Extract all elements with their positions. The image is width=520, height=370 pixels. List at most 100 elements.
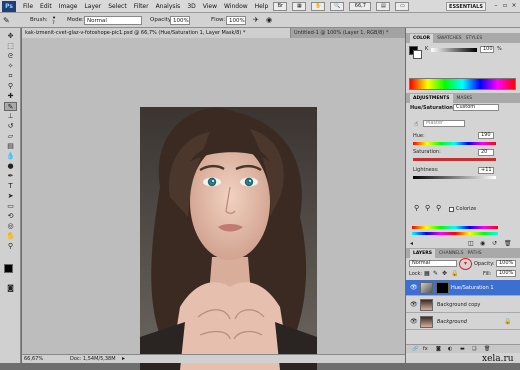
add-mask-icon[interactable]: ◙ — [436, 346, 441, 352]
layer-opacity-field[interactable]: 100% — [496, 260, 516, 267]
layer-row[interactable]: 👁 Background copy — [406, 297, 520, 313]
blend-mode-select[interactable]: Normal — [409, 260, 457, 267]
eye-icon[interactable]: 👁 — [410, 319, 418, 325]
lasso-tool-icon[interactable]: ᘓ — [4, 52, 17, 61]
zoom-tool-button[interactable]: 🔍 — [330, 1, 345, 11]
tab-channels[interactable]: CHANNELS — [439, 251, 464, 256]
crop-tool-icon[interactable]: ⌗ — [4, 72, 17, 81]
tab-color[interactable]: COLOR — [410, 33, 434, 43]
delete-layer-icon[interactable]: 🗑 — [484, 346, 490, 352]
color-value-field[interactable]: 100 — [480, 46, 494, 53]
menu-file[interactable]: File — [23, 3, 33, 10]
blend-mode-dropdown-highlight[interactable]: ▾ — [459, 258, 472, 270]
eyedropper-minus-icon[interactable]: ⚲ — [436, 204, 441, 212]
mode-select[interactable]: Normal — [84, 16, 142, 25]
eyedropper-plus-icon[interactable]: ⚲ — [425, 204, 430, 212]
opacity-field[interactable]: 100% — [170, 16, 190, 25]
lightness-field[interactable]: +11 — [478, 167, 494, 174]
move-tool-icon[interactable]: ✥ — [4, 32, 17, 41]
menu-view[interactable]: View — [203, 3, 217, 10]
menu-help[interactable]: Help — [255, 3, 269, 10]
3d-rotate-tool-icon[interactable]: ⟲ — [4, 212, 17, 221]
menu-select[interactable]: Select — [108, 3, 127, 10]
lock-image-icon[interactable]: ✎ — [433, 270, 438, 277]
panel-return-icon[interactable]: ◂ — [410, 240, 413, 247]
flow-field[interactable]: 100% — [226, 16, 246, 25]
new-adjustment-icon[interactable]: ◐ — [448, 346, 452, 352]
color-channel-slider[interactable] — [431, 48, 477, 52]
tab-main-document[interactable]: kak-izmenit-cvet-glaz-v-fotoshope-pic1.p… — [22, 28, 290, 38]
hand-tool-icon[interactable]: ✋ — [4, 232, 17, 241]
eraser-tool-icon[interactable]: ▱ — [4, 132, 17, 141]
close-icon[interactable]: × — [510, 2, 518, 11]
3d-orbit-tool-icon[interactable]: ◎ — [4, 222, 17, 231]
visibility-toggle-icon[interactable]: ◉ — [480, 240, 485, 247]
healing-brush-tool-icon[interactable]: ✚ — [4, 92, 17, 101]
channel-select[interactable]: Master — [423, 120, 465, 127]
clip-layer-icon[interactable]: ◫ — [468, 240, 474, 247]
tab-swatches[interactable]: SWATCHES — [437, 36, 462, 41]
marquee-tool-icon[interactable]: ⬚ — [4, 42, 17, 51]
tab-styles[interactable]: STYLES — [466, 36, 483, 41]
brush-tool-icon[interactable]: ✎ — [3, 16, 15, 25]
color-background-swatch[interactable] — [413, 50, 422, 59]
pen-tool-icon[interactable]: ✒ — [4, 172, 17, 181]
on-image-adjust-icon[interactable]: ☝ — [414, 120, 418, 128]
type-tool-icon[interactable]: T — [4, 182, 17, 191]
minimize-icon[interactable]: – — [492, 2, 500, 11]
link-layers-icon[interactable]: 🔗 — [412, 346, 418, 352]
eyedropper-tool-icon[interactable]: ⚲ — [4, 82, 17, 91]
layer-row[interactable]: 👁 Background 🔒 — [406, 314, 520, 330]
shape-tool-icon[interactable]: ▭ — [4, 202, 17, 211]
delete-adjustment-icon[interactable]: 🗑 — [504, 240, 512, 247]
zoom-level-box[interactable]: 66,7 — [349, 1, 372, 11]
layer-style-icon[interactable]: fx — [423, 346, 428, 352]
arrange-documents-button[interactable]: ▤ — [376, 1, 391, 11]
path-select-tool-icon[interactable]: ➤ — [4, 192, 17, 201]
screen-mode-button[interactable]: ▭ — [395, 1, 410, 11]
quick-mask-icon[interactable]: ◙ — [4, 284, 17, 293]
preset-select[interactable]: Custom — [453, 104, 499, 111]
layer-fill-field[interactable]: 100% — [496, 270, 516, 277]
tablet-pressure-icon[interactable]: ◉ — [266, 16, 276, 25]
portrait-photo[interactable]: xela.ru — [140, 107, 317, 370]
new-layer-icon[interactable]: ❏ — [472, 346, 476, 352]
menu-3d[interactable]: 3D — [187, 3, 195, 10]
dodge-tool-icon[interactable]: ● — [4, 162, 17, 171]
hand-tool-button[interactable]: ✋ — [311, 1, 326, 11]
menu-window[interactable]: Window — [224, 3, 248, 10]
new-group-icon[interactable]: ▬ — [460, 346, 465, 352]
menu-image[interactable]: Image — [59, 3, 78, 10]
lightness-slider[interactable] — [413, 176, 496, 179]
menu-edit[interactable]: Edit — [40, 3, 52, 10]
restore-icon[interactable]: ▫ — [501, 2, 509, 11]
eyedropper-icon[interactable]: ⚲ — [414, 204, 419, 212]
canvas-area[interactable]: xela.ru — [22, 38, 405, 370]
zoom-tool-icon[interactable]: ⚲ — [4, 242, 17, 251]
menu-filter[interactable]: Filter — [134, 3, 149, 10]
tab-paths[interactable]: PATHS — [468, 251, 482, 256]
saturation-slider[interactable] — [413, 158, 496, 161]
lock-all-icon[interactable]: 🔒 — [451, 270, 458, 277]
workspace-switcher[interactable]: ESSENTIALS — [446, 2, 486, 11]
layer-row[interactable]: 👁 Hue/Saturation 1 — [406, 280, 520, 296]
lock-position-icon[interactable]: ✥ — [442, 270, 447, 277]
clone-stamp-tool-icon[interactable]: ⊥ — [4, 112, 17, 121]
tab-adjustments[interactable]: ADJUSTMENTS — [410, 93, 453, 103]
colorize-checkbox[interactable] — [449, 207, 454, 212]
menu-analysis[interactable]: Analysis — [156, 3, 181, 10]
tab-layers[interactable]: LAYERS — [410, 248, 435, 258]
menu-layer[interactable]: Layer — [84, 3, 101, 10]
foreground-color-swatch[interactable] — [4, 264, 13, 273]
status-zoom[interactable]: 66,67% — [24, 356, 43, 362]
bridge-button[interactable]: Br — [273, 1, 288, 11]
history-brush-tool-icon[interactable]: ↺ — [4, 122, 17, 131]
airbrush-icon[interactable]: ✈ — [253, 16, 263, 25]
blur-tool-icon[interactable]: 💧 — [4, 152, 17, 161]
hue-slider[interactable] — [413, 142, 496, 145]
color-spectrum-ramp[interactable] — [409, 78, 516, 90]
quick-select-tool-icon[interactable]: ✧ — [4, 62, 17, 71]
hue-field[interactable]: 190 — [478, 132, 494, 139]
status-menu-arrow-icon[interactable]: ▸ — [122, 355, 125, 362]
brush-tool-icon[interactable]: ✎ — [4, 102, 17, 111]
